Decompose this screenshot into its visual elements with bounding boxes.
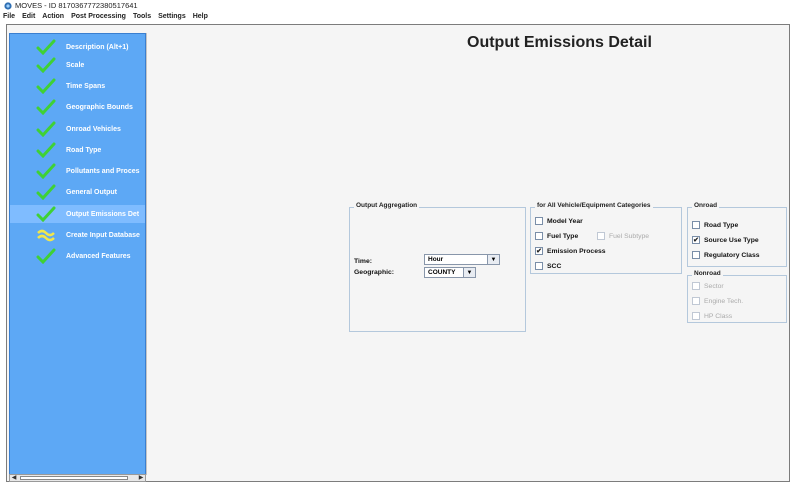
fuel-type-checkbox[interactable]: Fuel Type: [535, 232, 578, 240]
sector-checkbox: Sector: [692, 282, 724, 290]
navigation-panel: Description (Alt+1) Scale Time Spans Geo…: [9, 33, 146, 475]
checkmark-icon: ✔: [692, 236, 700, 244]
chevron-down-icon: ▼: [487, 255, 499, 264]
nav-item-time-spans[interactable]: Time Spans: [10, 77, 145, 95]
menu-edit[interactable]: Edit: [22, 13, 35, 20]
check-icon: [36, 206, 56, 222]
scroll-right-icon[interactable]: ▶: [137, 475, 145, 481]
nonroad-group: Nonroad Sector Engine Tech. HP Class: [687, 270, 787, 323]
check-icon: [36, 39, 56, 55]
fuel-subtype-checkbox: Fuel Subtype: [597, 232, 649, 240]
menu-file[interactable]: File: [3, 13, 15, 20]
source-use-type-checkbox[interactable]: ✔ Source Use Type: [692, 236, 759, 244]
menu-help[interactable]: Help: [193, 13, 208, 20]
menu-settings[interactable]: Settings: [158, 13, 186, 20]
check-icon: [36, 163, 56, 179]
nav-item-general-output[interactable]: General Output: [10, 183, 145, 201]
sidebar-horizontal-scrollbar[interactable]: ◀ ▶: [9, 474, 146, 482]
chevron-down-icon: ▼: [463, 268, 475, 277]
scrollbar-thumb[interactable]: [20, 476, 128, 480]
group-title: Nonroad: [692, 270, 723, 277]
output-aggregation-group: Output Aggregation Time: Hour ▼ Geograph…: [349, 202, 526, 332]
check-icon: [36, 121, 56, 137]
nav-item-geographic-bounds[interactable]: Geographic Bounds: [10, 98, 145, 116]
geographic-label: Geographic:: [354, 269, 395, 276]
emission-process-checkbox[interactable]: ✔ Emission Process: [535, 247, 606, 255]
title-bar: MOVES - ID 8170367772380517641: [0, 0, 795, 11]
scroll-left-icon[interactable]: ◀: [10, 475, 18, 481]
window-title: MOVES - ID 8170367772380517641: [15, 1, 138, 10]
nav-item-pollutants-processes[interactable]: Pollutants and Proces: [10, 162, 145, 180]
nav-item-onroad-vehicles[interactable]: Onroad Vehicles: [10, 120, 145, 138]
road-type-checkbox[interactable]: Road Type: [692, 221, 738, 229]
model-year-checkbox[interactable]: Model Year: [535, 217, 583, 225]
tilde-icon: [37, 229, 55, 242]
engine-tech-checkbox: Engine Tech.: [692, 297, 743, 305]
onroad-group: Onroad Road Type ✔ Source Use Type Regula…: [687, 202, 787, 267]
time-label: Time:: [354, 258, 373, 265]
regulatory-class-checkbox[interactable]: Regulatory Class: [692, 251, 760, 259]
menu-action[interactable]: Action: [42, 13, 64, 20]
check-icon: [36, 248, 56, 264]
menu-tools[interactable]: Tools: [133, 13, 151, 20]
nav-item-scale[interactable]: Scale: [10, 56, 145, 74]
nav-item-create-input-database[interactable]: Create Input Database: [10, 226, 145, 244]
nav-item-output-emissions-detail[interactable]: Output Emissions Det: [10, 205, 145, 223]
group-title: Onroad: [692, 202, 720, 209]
check-icon: [36, 184, 56, 200]
group-title: for All Vehicle/Equipment Categories: [535, 202, 653, 209]
page-title: Output Emissions Detail: [467, 34, 652, 51]
group-title: Output Aggregation: [354, 202, 420, 209]
menu-post-processing[interactable]: Post Processing: [71, 13, 126, 20]
scc-checkbox[interactable]: SCC: [535, 262, 561, 270]
nav-item-description[interactable]: Description (Alt+1): [10, 38, 145, 56]
check-icon: [36, 57, 56, 73]
time-dropdown[interactable]: Hour ▼: [424, 254, 500, 265]
panel-divider: [146, 33, 147, 475]
check-icon: [36, 99, 56, 115]
checkmark-icon: ✔: [535, 247, 543, 255]
nav-item-advanced-features[interactable]: Advanced Features: [10, 247, 145, 265]
vehicle-equipment-categories-group: for All Vehicle/Equipment Categories Mod…: [530, 202, 682, 274]
menu-bar: File Edit Action Post Processing Tools S…: [0, 11, 795, 22]
hp-class-checkbox: HP Class: [692, 312, 732, 320]
app-icon: [4, 1, 12, 10]
check-icon: [36, 142, 56, 158]
check-icon: [36, 78, 56, 94]
nav-item-road-type[interactable]: Road Type: [10, 141, 145, 159]
geographic-dropdown[interactable]: COUNTY ▼: [424, 267, 476, 278]
